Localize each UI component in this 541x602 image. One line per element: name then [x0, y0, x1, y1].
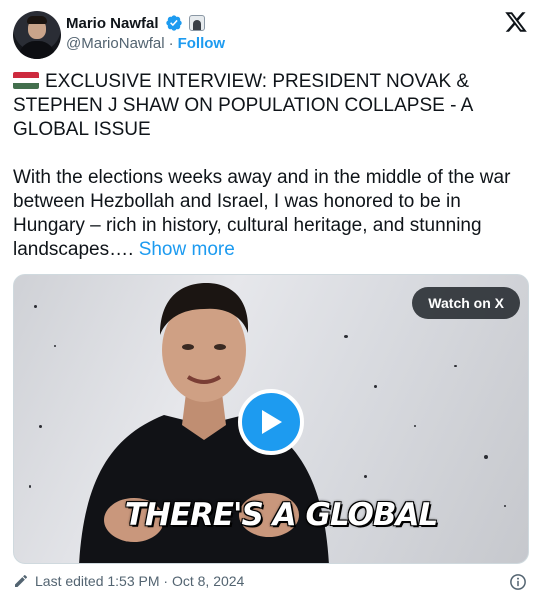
avatar[interactable]	[13, 11, 61, 59]
video-caption: THERE'S A GLOBAL	[124, 497, 439, 533]
play-icon	[262, 410, 282, 434]
tweet-body-paragraph: With the elections weeks away and in the…	[13, 166, 528, 262]
follow-button[interactable]: Follow	[178, 35, 226, 52]
author-name[interactable]: Mario Nawfal	[66, 15, 159, 32]
affiliate-badge-icon	[188, 15, 205, 31]
tweet-body: With the elections weeks away and in the…	[13, 167, 511, 260]
pencil-icon	[15, 574, 28, 587]
separator-dot: ·	[168, 35, 174, 52]
verified-badge-icon	[165, 15, 182, 31]
author-name-row: Mario Nawfal	[66, 12, 205, 34]
watch-on-x-button[interactable]: Watch on X	[412, 287, 520, 319]
edit-info: Last edited 1:53 PM · Oct 8, 2024	[13, 573, 244, 589]
video-player[interactable]: Watch on X THERE'S A GLOBAL	[13, 274, 529, 564]
last-edited-text[interactable]: Last edited 1:53 PM · Oct 8, 2024	[35, 573, 244, 589]
hungary-flag-icon	[13, 72, 39, 89]
tweet-headline: EXCLUSIVE INTERVIEW: PRESIDENT NOVAK & S…	[13, 71, 473, 140]
author-handle[interactable]: @MarioNawfal	[66, 35, 165, 52]
tweet-embed-card: Mario Nawfal @MarioNawfal · Follow EXCLU…	[0, 0, 541, 602]
info-icon[interactable]	[509, 573, 527, 591]
tweet-headline-paragraph: EXCLUSIVE INTERVIEW: PRESIDENT NOVAK & S…	[13, 70, 528, 142]
x-logo-icon[interactable]	[504, 10, 528, 34]
author-handle-row: @MarioNawfal · Follow	[66, 35, 225, 52]
tweet-text: EXCLUSIVE INTERVIEW: PRESIDENT NOVAK & S…	[13, 70, 528, 262]
show-more-link[interactable]: Show more	[139, 239, 235, 260]
play-button[interactable]	[238, 389, 304, 455]
